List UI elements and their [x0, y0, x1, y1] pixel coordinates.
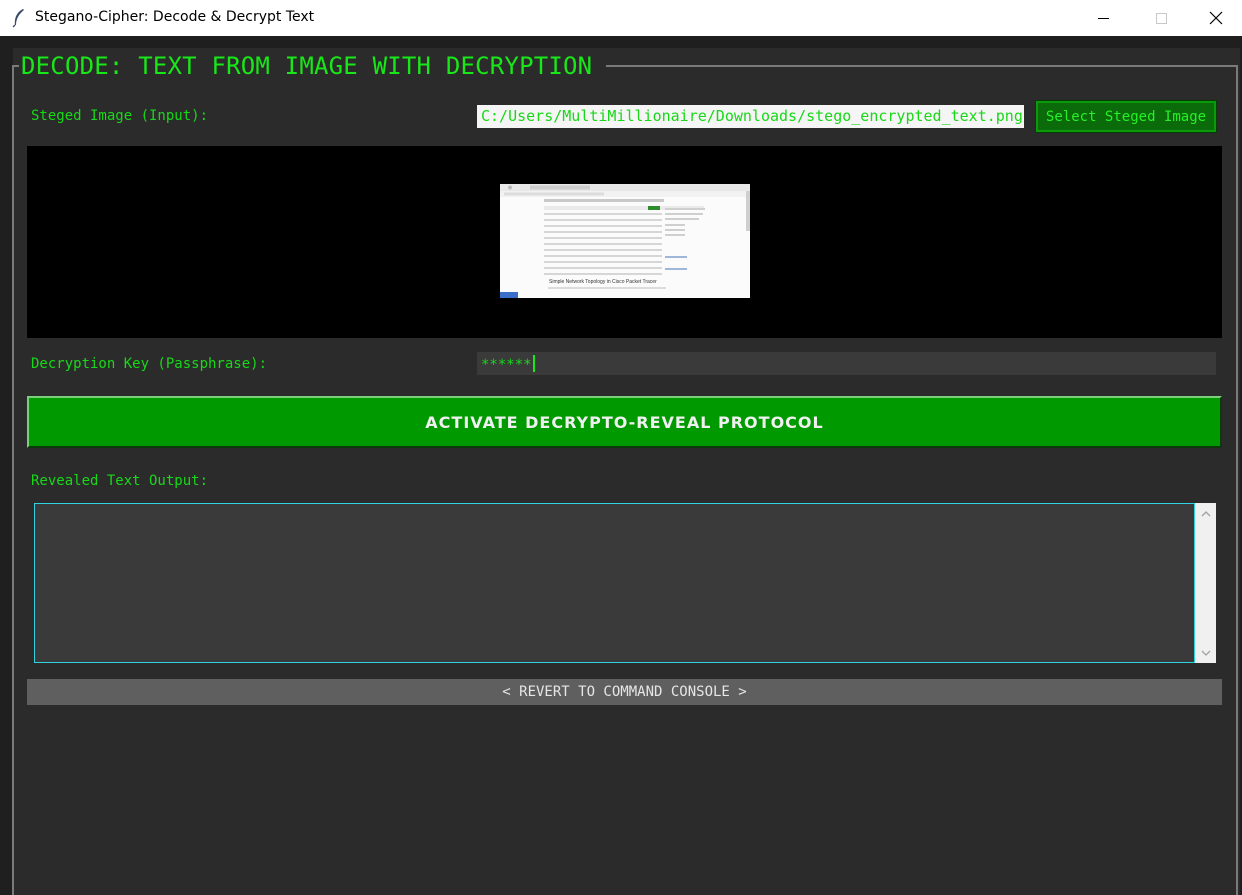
thumbnail-heading: Simple Network Topology in Cisco Packet …: [549, 279, 657, 285]
frame-border: [606, 65, 1238, 67]
image-path-field[interactable]: C:/Users/MultiMillionaire/Downloads/steg…: [477, 105, 1024, 128]
output-scrollbar[interactable]: [1195, 503, 1216, 663]
steged-image-label: Steged Image (Input):: [31, 108, 209, 124]
section-title: DECODE: TEXT FROM IMAGE WITH DECRYPTION: [21, 52, 593, 80]
scroll-down-icon[interactable]: [1195, 644, 1216, 661]
activate-decrypt-button[interactable]: ACTIVATE DECRYPTO-REVEAL PROTOCOL: [27, 396, 1222, 448]
passphrase-input[interactable]: ******: [477, 352, 1216, 375]
frame-border: [12, 65, 14, 895]
feather-icon: [12, 9, 24, 28]
minimize-button[interactable]: [1074, 0, 1132, 36]
maximize-icon: [1155, 12, 1167, 24]
image-thumbnail: Simple Network Topology in Cisco Packet …: [500, 184, 750, 298]
image-preview: Simple Network Topology in Cisco Packet …: [27, 146, 1222, 338]
title-bar: Stegano-Cipher: Decode & Decrypt Text: [0, 0, 1242, 36]
revert-console-button[interactable]: < REVERT TO COMMAND CONSOLE >: [27, 679, 1222, 705]
scroll-up-icon[interactable]: [1195, 505, 1216, 522]
close-icon: [1209, 11, 1223, 25]
window-title: Stegano-Cipher: Decode & Decrypt Text: [35, 9, 315, 25]
minimize-icon: [1097, 17, 1109, 19]
revealed-output-label: Revealed Text Output:: [31, 473, 209, 489]
revealed-text-output[interactable]: [34, 503, 1195, 663]
maximize-button[interactable]: [1132, 0, 1190, 36]
close-button[interactable]: [1190, 0, 1242, 36]
select-image-button[interactable]: Select Steged Image: [1035, 100, 1217, 133]
frame-border: [1236, 65, 1238, 895]
text-caret: [532, 355, 535, 372]
decryption-key-label: Decryption Key (Passphrase):: [31, 356, 268, 372]
passphrase-value: ******: [481, 357, 532, 373]
